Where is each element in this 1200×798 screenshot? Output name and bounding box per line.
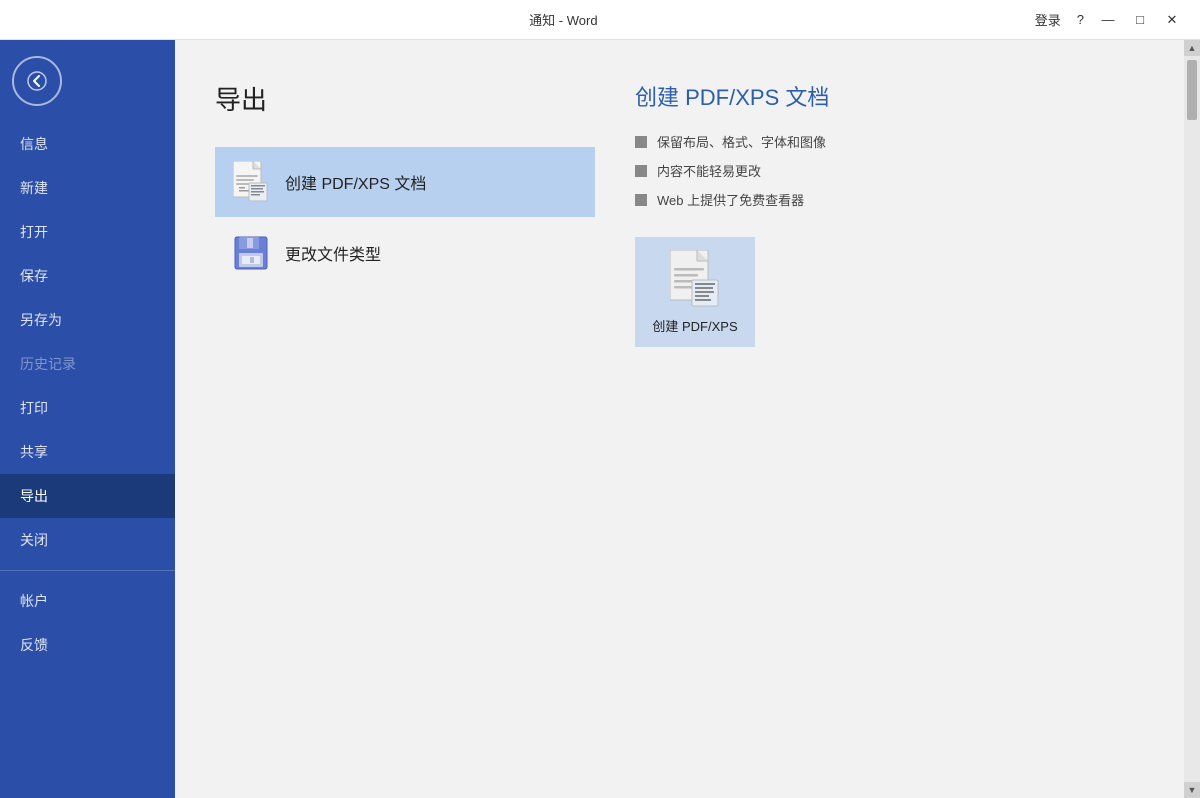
sidebar-item-share[interactable]: 共享 [0, 430, 175, 474]
help-button[interactable]: ? [1077, 12, 1084, 27]
feature-item-2: 内容不能轻易更改 [635, 161, 1170, 180]
feature-item-3: Web 上提供了免费查看器 [635, 190, 1170, 209]
right-panel-title: 创建 PDF/XPS 文档 [635, 80, 1170, 112]
feature-item-1: 保留布局、格式、字体和图像 [635, 132, 1170, 151]
sidebar: 信息 新建 打开 保存 另存为 历史记录 打印 共享 导出 关闭 帐户 [0, 40, 175, 798]
sidebar-item-close[interactable]: 关闭 [0, 518, 175, 562]
sidebar-item-info[interactable]: 信息 [0, 122, 175, 166]
minimize-button[interactable]: — [1092, 6, 1124, 34]
scrollbar-down-button[interactable]: ▼ [1184, 782, 1200, 798]
sidebar-item-saveas[interactable]: 另存为 [0, 298, 175, 342]
create-pdf-xps-button[interactable]: 创建 PDF/XPS [635, 237, 755, 347]
change-filetype-option[interactable]: 更改文件类型 [215, 221, 595, 285]
change-filetype-label: 更改文件类型 [285, 241, 381, 265]
content-area: 导出 [175, 40, 1200, 798]
pdf-document-icon [233, 161, 269, 203]
create-pdf-xps-label: 创建 PDF/XPS 文档 [285, 170, 426, 194]
bullet-icon-1 [635, 136, 647, 148]
login-button[interactable]: 登录 [1035, 10, 1061, 29]
app-body: 信息 新建 打开 保存 另存为 历史记录 打印 共享 导出 关闭 帐户 [0, 40, 1200, 798]
bullet-icon-3 [635, 194, 647, 206]
sidebar-item-open[interactable]: 打开 [0, 210, 175, 254]
create-pdf-xps-option[interactable]: 创建 PDF/XPS 文档 [215, 147, 595, 217]
sidebar-item-print[interactable]: 打印 [0, 386, 175, 430]
sidebar-item-feedback[interactable]: 反馈 [0, 623, 175, 667]
create-pdf-icon [670, 250, 720, 308]
right-panel: 创建 PDF/XPS 文档 保留布局、格式、字体和图像 内容不能轻易更改 Web… [635, 80, 1170, 347]
create-pdf-xps-button-label: 创建 PDF/XPS [652, 316, 737, 335]
close-button[interactable]: ✕ [1156, 6, 1188, 34]
sidebar-item-new[interactable]: 新建 [0, 166, 175, 210]
sidebar-item-save[interactable]: 保存 [0, 254, 175, 298]
scrollbar-thumb[interactable] [1187, 60, 1197, 120]
titlebar-title: 通知 - Word [92, 10, 1035, 29]
sidebar-item-account[interactable]: 帐户 [0, 579, 175, 623]
restore-button[interactable]: □ [1124, 6, 1156, 34]
scrollbar-up-button[interactable]: ▲ [1184, 40, 1200, 56]
scrollbar[interactable]: ▲ ▼ [1184, 40, 1200, 798]
export-options-list: 创建 PDF/XPS 文档 更改文件类型 [215, 147, 595, 285]
floppy-disk-icon [233, 235, 269, 271]
bullet-icon-2 [635, 165, 647, 177]
sidebar-item-history: 历史记录 [0, 342, 175, 386]
sidebar-divider [0, 570, 175, 571]
back-button[interactable] [12, 56, 62, 106]
feature-list: 保留布局、格式、字体和图像 内容不能轻易更改 Web 上提供了免费查看器 [635, 132, 1170, 209]
sidebar-item-export[interactable]: 导出 [0, 474, 175, 518]
titlebar: 通知 - Word 登录 ? — □ ✕ [0, 0, 1200, 40]
